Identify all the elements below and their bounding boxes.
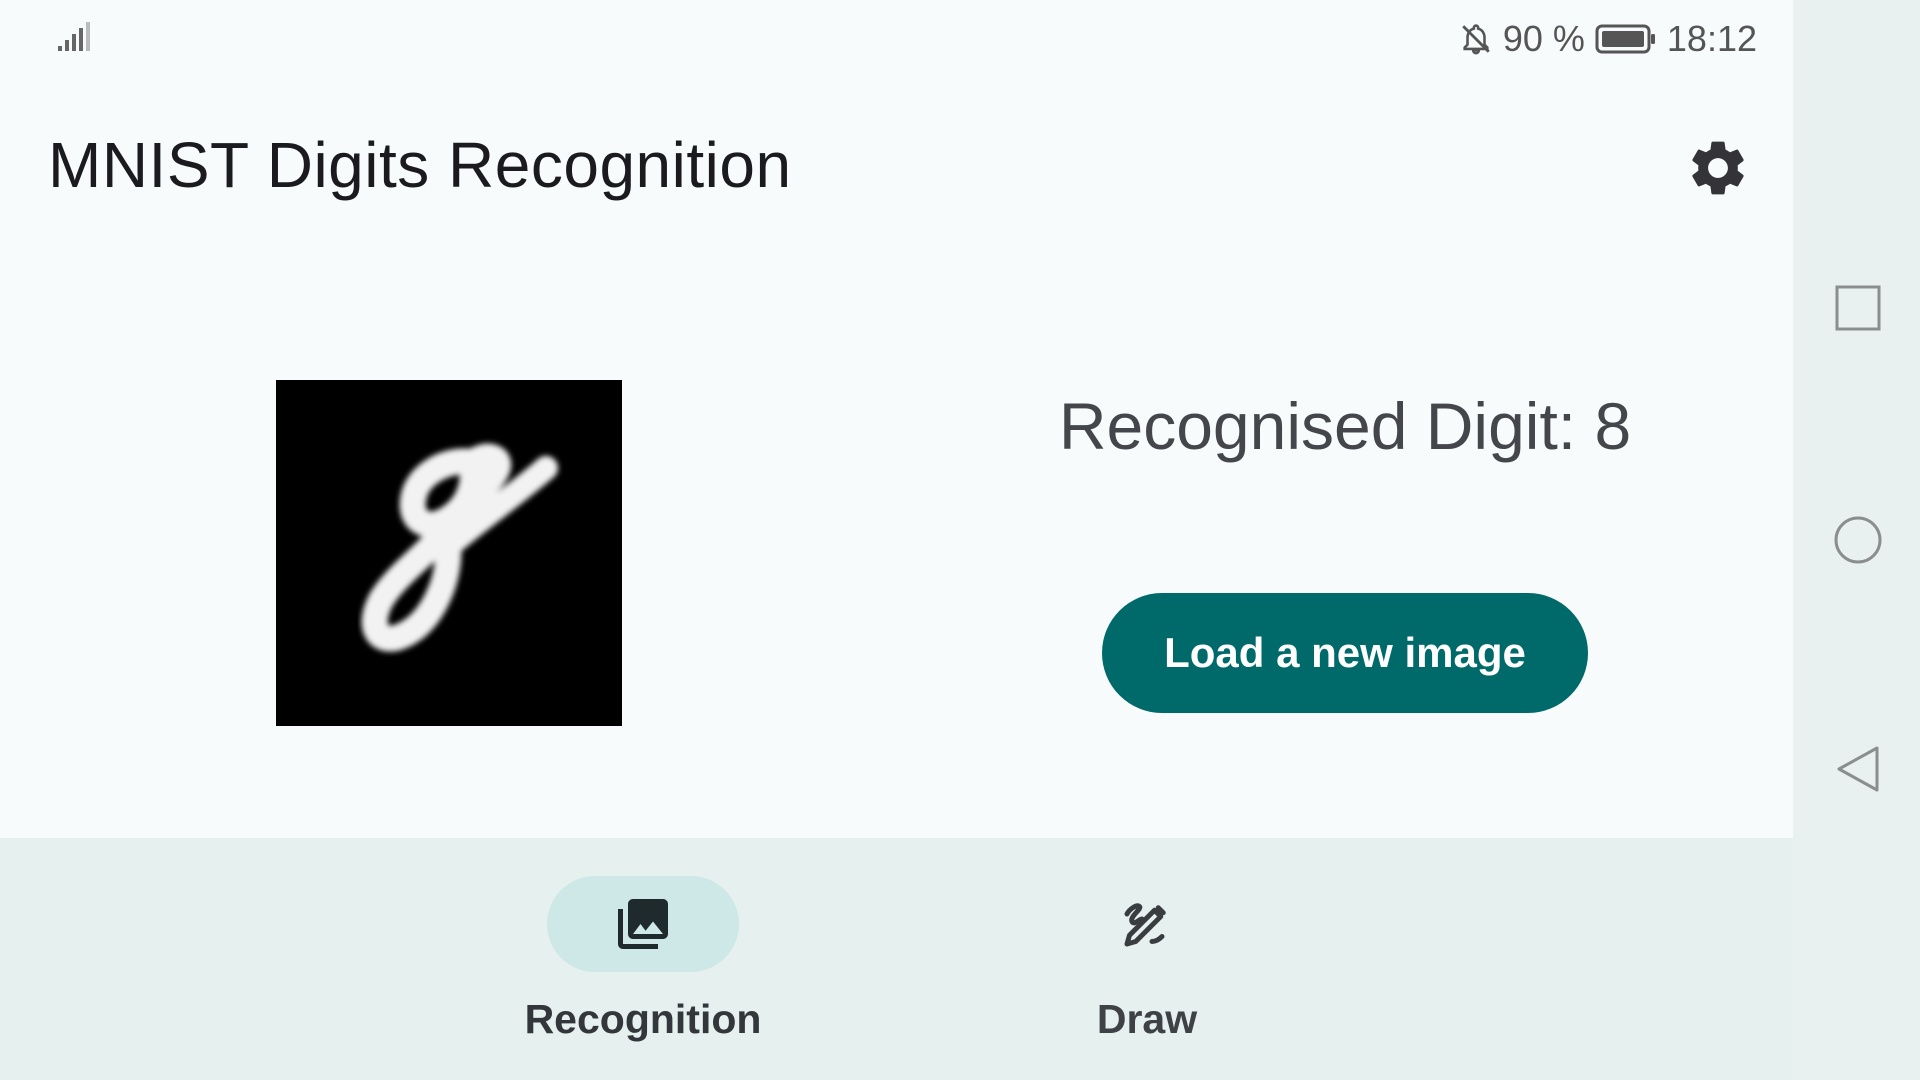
draw-icon (1124, 903, 1166, 947)
battery-icon (1595, 24, 1655, 54)
clock: 18:12 (1666, 18, 1757, 59)
recognised-digit-label: Recognised Digit: 8 (1058, 389, 1632, 463)
system-navigation-bar (1793, 0, 1920, 1080)
signal-strength-icon (58, 22, 90, 51)
notifications-off-icon (1462, 24, 1490, 55)
handwritten-digit-graphic (361, 443, 558, 652)
battery-percent: 90 % (1502, 18, 1585, 59)
load-image-button[interactable]: Load a new image (1102, 593, 1588, 713)
home-circle-icon[interactable] (1833, 515, 1883, 565)
recents-square-icon[interactable] (1833, 283, 1883, 333)
page-title: MNIST Digits Recognition (48, 129, 792, 201)
app-window: 90 % 18:12 MNIST Digits Recognition Reco… (0, 0, 1793, 1080)
status-bar: 90 % 18:12 (0, 0, 1793, 76)
nav-label-draw: Draw (1096, 996, 1198, 1042)
nav-item-recognition[interactable]: Recognition (493, 838, 793, 1080)
nav-label-recognition: Recognition (524, 996, 762, 1042)
status-right: 90 % 18:12 (1459, 14, 1757, 64)
gear-icon[interactable] (1685, 135, 1751, 201)
nav-item-draw[interactable]: Draw (997, 838, 1297, 1080)
photo-library-icon (618, 899, 668, 949)
bottom-navigation: Recognition Draw (0, 838, 1793, 1080)
back-triangle-icon[interactable] (1833, 744, 1883, 794)
digit-image (276, 380, 622, 726)
